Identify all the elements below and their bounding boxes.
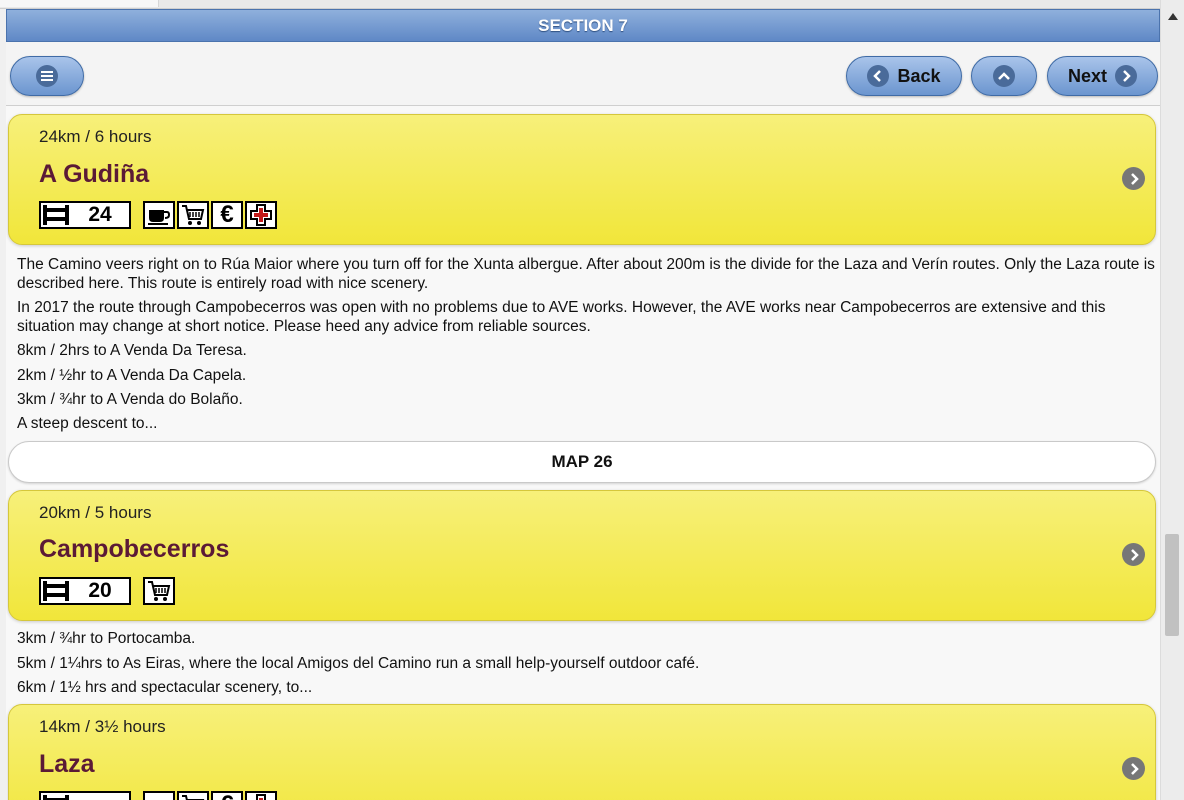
description-text: 3km / ¾hr to Portocamba. (17, 630, 196, 647)
back-button[interactable]: Back (846, 56, 962, 96)
bed-icon (43, 205, 69, 225)
stage-distance: 20km / 5 hours (39, 503, 152, 522)
beds-count: 24 (39, 201, 131, 229)
chevron-right-icon (1115, 65, 1137, 87)
stage-card[interactable]: 20km / 5 hours Campobecerros 20 (8, 490, 1156, 621)
shop-cart-icon (177, 201, 209, 229)
map-link[interactable]: MAP 26 (8, 441, 1156, 483)
chevron-up-icon (993, 65, 1015, 87)
cafe-icon (143, 201, 175, 229)
description-text: The Camino veers right on to Rúa Maior w… (17, 256, 1155, 292)
scroll-up-arrow-icon[interactable] (1168, 12, 1178, 20)
next-label: Next (1067, 65, 1107, 86)
cafe-icon (143, 791, 175, 800)
stage-card[interactable]: 24km / 6 hours A Gudiña 24 € (8, 114, 1156, 245)
beds-count: 20 (39, 577, 131, 605)
menu-icon (36, 65, 58, 87)
medical-cross-icon (245, 791, 277, 800)
stage-place-name: A Gudiña (39, 160, 150, 188)
stage-place-name: Campobecerros (39, 535, 230, 563)
chevron-right-icon[interactable] (1122, 543, 1145, 566)
stage-distance: 24km / 6 hours (39, 127, 152, 146)
scrollbar[interactable] (1160, 0, 1184, 800)
nav-toolbar: Back Next (6, 42, 1160, 106)
euro-icon: € (211, 201, 243, 229)
description-text: 5km / 1¼hrs to As Eiras, where the local… (17, 655, 700, 672)
euro-icon: € (211, 791, 243, 800)
content-area: 24km / 6 hours A Gudiña 24 € The Camino … (6, 106, 1160, 800)
description-text: 8km / 2hrs to A Venda Da Teresa. (17, 342, 247, 359)
medical-cross-icon (245, 201, 277, 229)
stage-distance: 14km / 3½ hours (39, 717, 166, 736)
stage-place-name: Laza (39, 750, 95, 778)
chevron-right-icon[interactable] (1122, 167, 1145, 190)
chevron-left-icon (867, 65, 890, 87)
browser-tab[interactable] (0, 0, 159, 7)
next-button[interactable]: Next (1047, 56, 1158, 96)
shop-cart-icon (177, 791, 209, 800)
description-text: A steep descent to... (17, 415, 158, 432)
menu-button[interactable] (10, 56, 84, 96)
chevron-right-icon[interactable] (1122, 757, 1145, 780)
scrollbar-thumb[interactable] (1165, 534, 1179, 636)
description-text: In 2017 the route through Campobecerros … (17, 299, 1106, 335)
beds-count (39, 791, 131, 800)
description-text: 6km / 1½ hrs and spectacular scenery, to… (17, 679, 313, 696)
facility-icons: € (39, 791, 277, 800)
facility-icons: 24 € (39, 201, 277, 231)
browser-tab-strip (0, 0, 1160, 9)
section-header: SECTION 7 (6, 9, 1160, 42)
facility-icons: 20 (39, 577, 175, 607)
description-text: 3km / ¾hr to A Venda do Bolaño. (17, 391, 243, 408)
bed-icon (43, 581, 69, 601)
shop-cart-icon (143, 577, 175, 605)
up-button[interactable] (971, 56, 1037, 96)
back-label: Back (897, 65, 941, 86)
stage-card[interactable]: 14km / 3½ hours Laza € (8, 704, 1156, 800)
bed-icon (43, 795, 69, 800)
description-text: 2km / ½hr to A Venda Da Capela. (17, 367, 247, 384)
